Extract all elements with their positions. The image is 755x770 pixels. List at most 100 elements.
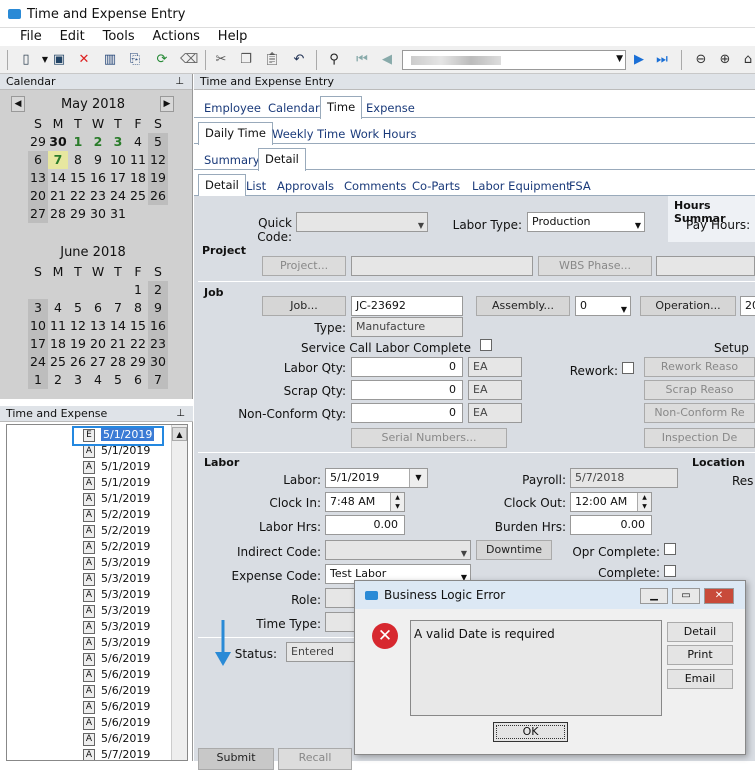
calendar-day[interactable]: 25 bbox=[128, 187, 148, 205]
menu-tools[interactable]: Tools bbox=[103, 28, 135, 46]
tab-time[interactable]: Time bbox=[320, 96, 363, 119]
email-button[interactable]: Email bbox=[667, 669, 733, 689]
first-record-icon[interactable]: ⏮ bbox=[353, 51, 371, 69]
opr-complete-checkbox[interactable] bbox=[664, 543, 676, 555]
minimize-icon[interactable]: ▁ bbox=[640, 588, 668, 604]
calendar-day[interactable]: 19 bbox=[68, 335, 88, 353]
rework-checkbox[interactable] bbox=[622, 362, 634, 374]
project-field[interactable] bbox=[351, 256, 533, 276]
burden-hrs-field[interactable]: 0.00 bbox=[570, 515, 652, 535]
calendar-day[interactable]: 23 bbox=[88, 187, 108, 205]
tab-list[interactable]: List bbox=[240, 176, 272, 196]
tab-fsa[interactable]: FSA bbox=[563, 176, 597, 196]
scrap-reason-button[interactable]: Scrap Reaso bbox=[644, 380, 755, 400]
calendar-day[interactable]: 4 bbox=[88, 371, 108, 389]
calendar-day[interactable]: 1 bbox=[28, 371, 48, 389]
tab-detail[interactable]: Detail bbox=[258, 148, 306, 171]
calendar-day[interactable]: 27 bbox=[88, 353, 108, 371]
calendar-day[interactable]: 22 bbox=[128, 335, 148, 353]
calendar-day[interactable]: 3 bbox=[28, 299, 48, 317]
copy-icon[interactable]: ❐ bbox=[237, 51, 255, 69]
tab-calendar[interactable]: Calendar bbox=[262, 98, 326, 118]
calendar-day[interactable]: 7 bbox=[108, 299, 128, 317]
calendar-day[interactable]: 24 bbox=[108, 187, 128, 205]
tree-entry[interactable]: A 5/6/2019 bbox=[83, 715, 150, 731]
calendar-day[interactable]: 3 bbox=[108, 133, 128, 151]
tree-entry[interactable]: A 5/1/2019 bbox=[83, 475, 150, 491]
calendar-day[interactable]: 12 bbox=[148, 151, 168, 169]
calendar-day[interactable]: 2 bbox=[148, 281, 168, 299]
labor-type-select[interactable]: Production ▼ bbox=[527, 212, 645, 232]
assembly-button[interactable]: Assembly... bbox=[476, 296, 570, 316]
tree-scrollbar[interactable]: ▲ bbox=[171, 425, 187, 760]
calendar-day[interactable]: 8 bbox=[68, 151, 88, 169]
calendar-day[interactable]: 1 bbox=[128, 281, 148, 299]
print-button[interactable]: Print bbox=[667, 645, 733, 665]
clock-in-field[interactable]: 7:48 AM ▲ ▼ bbox=[325, 492, 405, 512]
book-icon[interactable]: ▥ bbox=[101, 51, 119, 69]
calendar-day[interactable]: 5 bbox=[68, 299, 88, 317]
service-call-checkbox[interactable] bbox=[480, 339, 492, 351]
tree-entry[interactable]: A 5/6/2019 bbox=[83, 699, 150, 715]
calendar-day[interactable]: 6 bbox=[128, 371, 148, 389]
calendar-day[interactable]: 9 bbox=[148, 299, 168, 317]
operation-button[interactable]: Operation... bbox=[640, 296, 736, 316]
time-type-select[interactable] bbox=[325, 612, 355, 632]
calendar-day[interactable]: 20 bbox=[28, 187, 48, 205]
new-icon[interactable]: ▯ bbox=[17, 51, 35, 69]
calendar-day[interactable]: 14 bbox=[48, 169, 68, 187]
menu-help[interactable]: Help bbox=[218, 28, 248, 46]
nonconform-qty-field[interactable]: 0 bbox=[351, 403, 463, 423]
calendar-day[interactable]: 31 bbox=[108, 205, 128, 223]
binoculars-icon[interactable]: ⚲ bbox=[325, 51, 343, 69]
calendar-day[interactable]: 9 bbox=[88, 151, 108, 169]
rework-reason-button[interactable]: Rework Reaso bbox=[644, 357, 755, 377]
calendar-day[interactable]: 27 bbox=[28, 205, 48, 223]
spinner-icon[interactable]: ▲ ▼ bbox=[637, 493, 651, 511]
calendar-day[interactable]: 30 bbox=[88, 205, 108, 223]
detail-button[interactable]: Detail bbox=[667, 622, 733, 642]
undo-icon[interactable]: ↶ bbox=[290, 51, 308, 69]
calendar-day[interactable]: 2 bbox=[88, 133, 108, 151]
tree-entry[interactable]: A 5/2/2019 bbox=[83, 507, 150, 523]
back-icon[interactable]: ⊖ bbox=[692, 51, 710, 69]
assembly-select[interactable]: 0 ▼ bbox=[575, 296, 631, 316]
calendar-day[interactable]: 17 bbox=[28, 335, 48, 353]
calendar-dropdown-icon[interactable]: ▼ bbox=[409, 469, 427, 487]
calendar-day[interactable]: 8 bbox=[128, 299, 148, 317]
forward-icon[interactable]: ⊕ bbox=[716, 51, 734, 69]
tree-entry[interactable]: A 5/6/2019 bbox=[83, 683, 150, 699]
clock-out-field[interactable]: 12:00 AM ▲ ▼ bbox=[570, 492, 652, 512]
tree-entry[interactable]: A 5/3/2019 bbox=[83, 571, 150, 587]
delete-icon[interactable]: ✕ bbox=[75, 51, 93, 69]
pin-icon[interactable]: ⊥ bbox=[175, 74, 184, 90]
record-navigator-select[interactable]: ▼ bbox=[402, 50, 626, 70]
calendar-day[interactable]: 28 bbox=[48, 205, 68, 223]
tree-entry[interactable]: A 5/3/2019 bbox=[83, 555, 150, 571]
close-icon[interactable]: ✕ bbox=[704, 588, 734, 604]
cut-icon[interactable]: ✂ bbox=[212, 51, 230, 69]
menu-actions[interactable]: Actions bbox=[152, 28, 200, 46]
calendar-day[interactable]: 13 bbox=[88, 317, 108, 335]
calendar-day[interactable]: 26 bbox=[148, 187, 168, 205]
calendar-day[interactable]: 16 bbox=[148, 317, 168, 335]
calendar-day[interactable]: 24 bbox=[28, 353, 48, 371]
inspection-button[interactable]: Inspection De bbox=[644, 428, 755, 448]
menu-file[interactable]: File bbox=[20, 28, 42, 46]
calendar-day[interactable]: 10 bbox=[108, 151, 128, 169]
calendar-day[interactable]: 7 bbox=[48, 151, 68, 169]
calendar-day[interactable]: 5 bbox=[148, 133, 168, 151]
tree-entry[interactable]: A 5/6/2019 bbox=[83, 667, 150, 683]
tree-entry[interactable]: A 5/2/2019 bbox=[83, 523, 150, 539]
calendar-day[interactable]: 26 bbox=[68, 353, 88, 371]
calendar-day[interactable]: 2 bbox=[48, 371, 68, 389]
nonconform-reason-button[interactable]: Non-Conform Re bbox=[644, 403, 755, 423]
refresh-icon[interactable]: ⟳ bbox=[153, 51, 171, 69]
job-field[interactable]: JC-23692 bbox=[351, 296, 463, 316]
calendar-day[interactable]: 11 bbox=[128, 151, 148, 169]
ok-button[interactable]: OK bbox=[493, 722, 568, 742]
calendar-day[interactable]: 15 bbox=[68, 169, 88, 187]
calendar-day[interactable]: 29 bbox=[68, 205, 88, 223]
calendar-day[interactable]: 30 bbox=[148, 353, 168, 371]
paste-icon[interactable]: 📋︎ bbox=[263, 51, 281, 69]
